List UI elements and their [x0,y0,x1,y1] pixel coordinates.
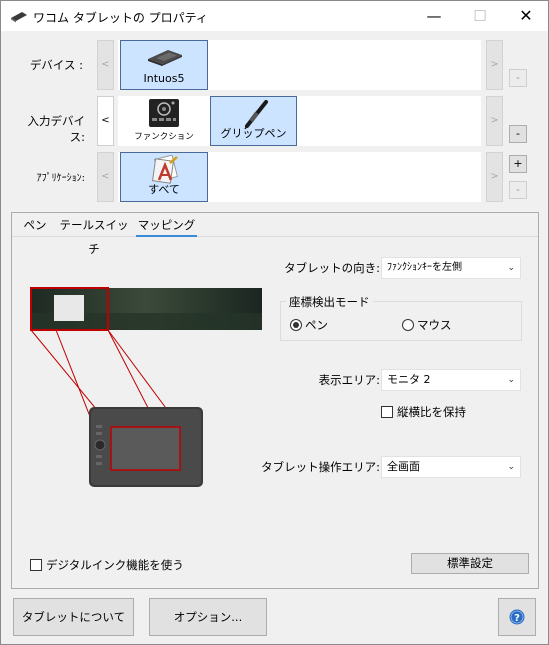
input-device-item-grip-pen[interactable]: グリップペン [210,96,297,146]
mode-pen-label: ペン [305,318,328,332]
function-keys-icon [149,99,179,127]
input-device-label: グリップペン [220,127,287,140]
screen-area-label: 表示エリア: [318,373,380,387]
tab-bar: ペン テールスイッチ マッピング [12,213,538,256]
minimize-button[interactable]: — [411,1,457,31]
devices-next-button[interactable]: > [486,40,503,90]
input-devices-label: 入力デバイス: [27,114,86,144]
keep-aspect-checkbox[interactable]: 縦横比を保持 [381,404,466,420]
window-title: ワコム タブレットの プロパティ [33,11,208,25]
digital-ink-checkbox[interactable]: デジタルインク機能を使う [30,557,184,573]
close-button[interactable]: ✕ [503,1,549,31]
tablet-area-label: タブレット操作エリア: [261,460,380,474]
chevron-down-icon: ⌄ [507,263,515,273]
devices-strip: Intuos5 [118,40,481,90]
orientation-select[interactable]: ﾌｧﾝｸｼｮﾝｷｰを左側 ⌄ [381,257,521,279]
window-thumbnail [54,295,84,321]
tablet-area-select[interactable]: 全画面 ⌄ [381,456,521,478]
application-item-all[interactable]: すべて [120,152,208,202]
options-button[interactable]: オプション... [149,598,267,636]
input-devices-next-button[interactable]: > [486,96,503,146]
default-settings-button[interactable]: 標準設定 [411,553,529,574]
digital-ink-label: デジタルインク機能を使う [46,558,184,572]
maximize-button[interactable]: ☐ [457,1,503,31]
remove-application-button[interactable]: - [509,181,527,199]
title-bar: ワコム タブレットの プロパティ — ☐ ✕ [1,1,548,31]
remove-device-button[interactable]: - [509,69,527,87]
orientation-value: ﾌｧﾝｸｼｮﾝｷｰを左側 [387,262,462,273]
detection-mode-group: 座標検出モード ペン マウス [280,294,522,341]
devices-prev-button[interactable]: < [97,40,114,90]
input-device-item-function[interactable]: ファンクション [120,96,208,146]
mode-pen-radio[interactable]: ペン [290,317,328,333]
mode-mouse-label: マウス [417,318,452,332]
chevron-down-icon: ⌄ [507,375,515,385]
applications-strip: すべて [118,152,481,202]
radio-unselected-icon [402,319,414,331]
application-label: すべて [148,183,180,196]
input-device-label: ファンクション [134,132,194,142]
mode-mouse-radio[interactable]: マウス [402,317,452,333]
remove-input-device-button[interactable]: - [509,125,527,143]
tablet-icon [148,50,182,66]
screen-area-value: モニタ 2 [387,373,431,386]
add-application-button[interactable]: + [509,155,527,173]
radio-selected-icon [290,319,302,331]
chevron-down-icon: ⌄ [507,462,515,472]
properties-window: ワコム タブレットの プロパティ — ☐ ✕ デバイス : < Intuos5 … [0,0,549,645]
tablet-area-value: 全画面 [387,460,420,473]
mapping-preview [30,287,262,487]
applications-next-button[interactable]: > [486,152,503,202]
checkbox-icon [30,559,42,571]
settings-panel: ペン テールスイッチ マッピング タブレットの向き: ﾌｧﾝｸｼｮﾝｷｰを左側 … [11,212,539,589]
devices-label: デバイス : [29,58,83,72]
help-icon: ? [509,609,525,625]
keep-aspect-label: 縦横比を保持 [397,405,466,419]
about-tablet-button[interactable]: タブレットについて [13,598,134,636]
screen-area-select[interactable]: モニタ 2 ⌄ [381,369,521,391]
input-devices-strip: ファンクション グリップペン [118,96,481,146]
svg-text:?: ? [514,613,520,624]
tab-mapping[interactable]: マッピング [136,213,197,237]
orientation-label: タブレットの向き: [284,261,380,275]
tab-pen[interactable]: ペン [20,213,50,237]
applications-prev-button[interactable]: < [97,152,114,202]
help-button[interactable]: ? [498,598,536,636]
device-label: Intuos5 [143,72,185,85]
input-devices-prev-button[interactable]: < [97,96,114,146]
detection-mode-title: 座標検出モード [286,294,373,310]
applications-label: ｱﾌﾟﾘｹｰｼｮﾝ: [36,173,85,184]
device-item-intuos5[interactable]: Intuos5 [120,40,208,90]
checkbox-icon [381,406,393,418]
tab-tail-switch[interactable]: テールスイッチ [56,213,132,256]
app-icon [11,12,27,23]
mapped-tablet-area [110,426,181,471]
